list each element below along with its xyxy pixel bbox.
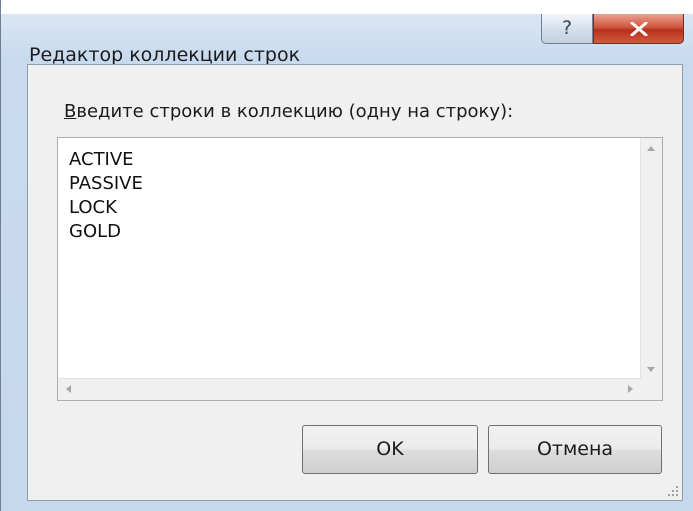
string-line: LOCK	[69, 197, 117, 218]
scroll-left-icon[interactable]	[66, 385, 71, 393]
scroll-down-icon[interactable]	[647, 367, 655, 372]
close-button[interactable]	[593, 14, 684, 44]
dialog-body: Введите строки в коллекцию (одну на стро…	[27, 64, 683, 501]
help-icon: ?	[561, 17, 573, 39]
strings-textarea[interactable]: ACTIVE PASSIVE LOCK GOLD	[57, 137, 663, 401]
vertical-scrollbar[interactable]	[640, 138, 662, 380]
prompt-label-text: ведите строки в коллекцию (одну на строк…	[76, 101, 514, 122]
help-button[interactable]: ?	[541, 14, 593, 44]
horizontal-scrollbar[interactable]	[58, 378, 641, 400]
resize-grip-icon[interactable]	[667, 485, 679, 497]
cancel-button[interactable]: Отмена	[488, 425, 662, 474]
dialog-window: Редактор коллекции строк ? Введите строк…	[0, 0, 693, 511]
ok-button[interactable]: OK	[302, 425, 478, 474]
close-icon	[630, 22, 648, 36]
string-line: GOLD	[69, 221, 122, 242]
scroll-up-icon[interactable]	[647, 146, 655, 151]
scrollbar-corner	[641, 379, 662, 400]
string-line: PASSIVE	[69, 173, 143, 194]
prompt-access-key: В	[64, 101, 77, 122]
scroll-right-icon[interactable]	[628, 385, 633, 393]
dialog-title: Редактор коллекции строк	[29, 44, 301, 66]
prompt-label: Введите строки в коллекцию (одну на стро…	[64, 101, 513, 122]
string-line: ACTIVE	[69, 149, 134, 170]
strings-list: ACTIVE PASSIVE LOCK GOLD	[69, 148, 143, 244]
